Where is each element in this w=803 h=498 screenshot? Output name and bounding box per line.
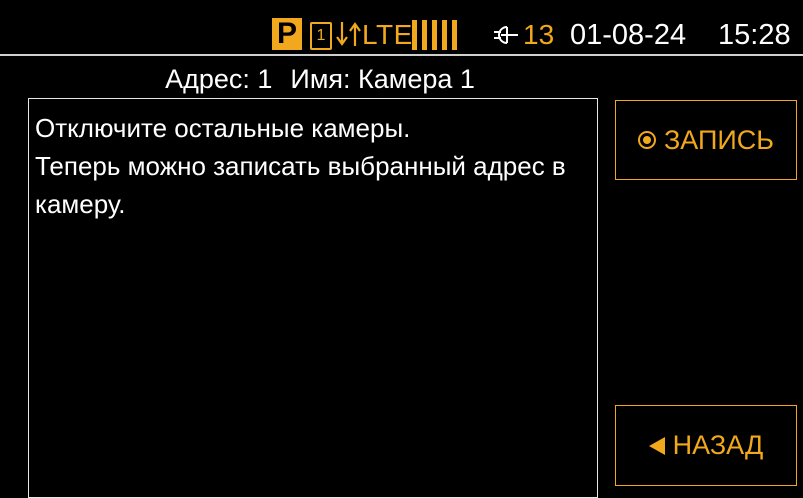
signal-bars-icon <box>412 20 460 50</box>
message-text: Отключите остальные камеры. Теперь можно… <box>35 109 595 223</box>
back-button[interactable]: НАЗАД <box>615 405 797 486</box>
page-title: Адрес: 1 Имя: Камера 1 <box>0 62 640 96</box>
record-icon <box>637 131 656 149</box>
message-panel: Отключите остальные камеры. Теперь можно… <box>28 98 598 498</box>
back-button-label: НАЗАД <box>672 430 764 460</box>
network-type-label: LTE <box>362 19 413 50</box>
date-display: 01-08-24 <box>570 19 687 51</box>
plug-icon <box>494 26 518 44</box>
battery-count: 13 <box>523 19 555 50</box>
signal-bar <box>422 20 427 50</box>
signal-bar <box>432 20 437 50</box>
network-arrows-icon <box>336 22 361 46</box>
status-bar: P 1 LTE 13 01-08-24 15:28 <box>0 0 803 54</box>
camera-name-label: Имя: Камера 1 <box>290 64 475 94</box>
message-line: Теперь можно записать выбранный адрес в <box>35 151 566 181</box>
back-arrow-icon <box>648 436 665 455</box>
message-line: Отключите остальные камеры. <box>35 113 411 143</box>
signal-bar <box>412 20 417 50</box>
time-display: 15:28 <box>718 19 791 51</box>
signal-bar <box>452 20 457 50</box>
status-divider <box>0 54 803 56</box>
sim-card-icon: 1 <box>310 22 332 50</box>
address-label: Адрес: 1 <box>165 64 273 94</box>
mode-p-icon: P <box>272 18 302 50</box>
message-line: камеру. <box>35 189 126 219</box>
record-button-label: ЗАПИСЬ <box>663 124 775 155</box>
signal-bar <box>442 20 447 50</box>
record-button[interactable]: ЗАПИСЬ <box>615 100 797 180</box>
